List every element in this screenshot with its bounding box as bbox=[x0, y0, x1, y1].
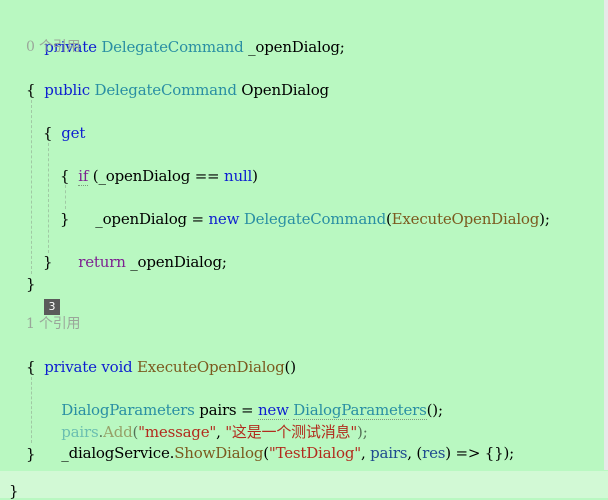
punctuation: ); bbox=[539, 210, 550, 228]
code-editor[interactable]: private DelegateCommand _openDialog; 0 个… bbox=[0, 0, 608, 500]
code-line-brace[interactable]: } bbox=[26, 444, 36, 465]
identifier: _openDialog; bbox=[125, 253, 227, 271]
keyword: if bbox=[78, 167, 89, 186]
keyword: public bbox=[44, 81, 90, 99]
punctuation: ) bbox=[252, 167, 258, 185]
code-line-if[interactable]: if (_openDialog == null) bbox=[60, 145, 258, 186]
code-line-brace[interactable]: { bbox=[43, 123, 53, 144]
text-caret: } bbox=[9, 482, 19, 500]
punctuation: () bbox=[284, 358, 297, 376]
code-line-add[interactable]: pairs.Add("message", "这是一个测试消息"); bbox=[43, 401, 367, 441]
codelens-references[interactable]: 0 个引用 bbox=[26, 37, 81, 58]
code-line-assign[interactable]: _openDialog = new DelegateCommand(Execut… bbox=[77, 188, 550, 228]
method-name: ExecuteOpenDialog bbox=[137, 358, 285, 376]
vertical-scrollbar[interactable] bbox=[604, 0, 608, 470]
identifier: pairs bbox=[370, 444, 408, 462]
method-name: ExecuteOpenDialog bbox=[391, 210, 540, 228]
identifier: _dialogService bbox=[61, 444, 170, 462]
code-line-get[interactable]: get bbox=[43, 102, 85, 142]
hint-badge[interactable]: 3 bbox=[44, 299, 60, 315]
identifier: res bbox=[422, 444, 446, 462]
punctuation: ) => {}); bbox=[445, 444, 514, 462]
editor-bottom-area bbox=[0, 471, 608, 498]
keyword: return bbox=[78, 253, 126, 271]
code-line-show[interactable]: _dialogService.ShowDialog("TestDialog", … bbox=[43, 422, 514, 462]
code-line-brace[interactable]: { bbox=[60, 166, 70, 187]
code-line-method[interactable]: private void ExecuteOpenDialog() bbox=[26, 336, 296, 376]
keyword: get bbox=[61, 124, 86, 142]
code-line-return[interactable]: return _openDialog; bbox=[60, 231, 227, 271]
code-line-brace[interactable]: } bbox=[60, 209, 70, 230]
type-name: DelegateCommand bbox=[243, 210, 387, 228]
type-name: DelegateCommand bbox=[94, 81, 237, 99]
punctuation: , bbox=[360, 444, 371, 462]
code-line-brace[interactable]: { bbox=[26, 80, 36, 101]
identifier: _openDialog = bbox=[95, 210, 209, 228]
indent-guide bbox=[31, 100, 32, 274]
code-line-params[interactable]: DialogParameters pairs = new DialogParam… bbox=[43, 379, 443, 420]
keyword: null bbox=[224, 167, 253, 185]
identifier: OpenDialog bbox=[236, 81, 329, 99]
keyword: new bbox=[208, 210, 240, 228]
keyword: private bbox=[44, 358, 97, 376]
condition: (_openDialog == bbox=[88, 167, 224, 185]
type-name: DelegateCommand bbox=[101, 38, 244, 56]
code-line-brace[interactable]: { bbox=[26, 357, 36, 378]
code-line-brace[interactable]: } bbox=[26, 274, 36, 295]
codelens-references[interactable]: 1 个引用 bbox=[26, 314, 81, 335]
code-line-property[interactable]: public DelegateCommand OpenDialog bbox=[26, 59, 329, 99]
code-line-brace[interactable]: } bbox=[43, 252, 53, 273]
punctuation: , ( bbox=[407, 444, 423, 462]
punctuation: (); bbox=[426, 401, 443, 419]
string-literal: "TestDialog" bbox=[268, 444, 361, 462]
keyword: void bbox=[101, 358, 133, 376]
method-name: ShowDialog bbox=[174, 444, 264, 462]
identifier: _openDialog; bbox=[243, 38, 345, 56]
code-line-field[interactable]: private DelegateCommand _openDialog; bbox=[26, 16, 345, 56]
